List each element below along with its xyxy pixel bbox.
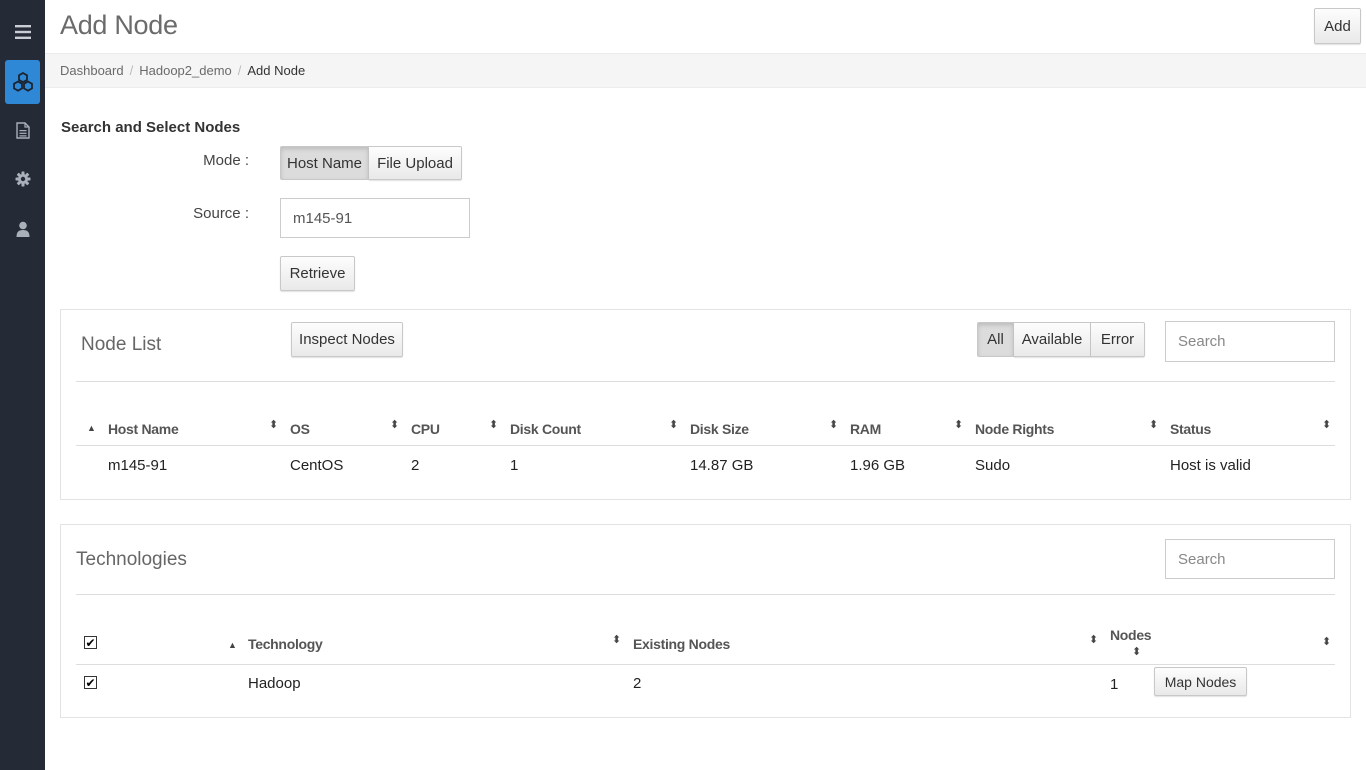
breadcrumb-current: Add Node [247,63,306,78]
sort-icon[interactable]: ⬍ [612,635,621,646]
sort-icon[interactable]: ⬍ [1132,647,1141,658]
breadcrumb-dashboard-link[interactable]: Dashboard [60,63,124,78]
header-divider [76,664,1335,665]
technologies-title: Technologies [76,549,187,570]
sort-icon[interactable]: ⬍ [1322,637,1331,648]
page-title: Add Node [60,10,178,40]
column-node-rights[interactable]: Node Rights [975,421,1054,437]
cell-status: Host is valid [1170,457,1251,474]
mode-toggle-group: Host Name File Upload [280,146,462,180]
column-host-name[interactable]: Host Name [108,421,179,437]
cell-os: CentOS [290,457,344,474]
breadcrumb-separator: / [237,63,242,78]
sort-icon[interactable]: ⬍ [1089,635,1098,646]
mode-host-name-button[interactable]: Host Name [280,146,369,180]
column-ram[interactable]: RAM [850,421,881,437]
row-checkbox[interactable]: ✔ [84,676,97,689]
mode-file-upload-button[interactable]: File Upload [369,146,462,180]
column-status[interactable]: Status [1170,421,1211,437]
select-all-checkbox[interactable]: ✔ [84,636,97,649]
node-list-title: Node List [81,334,162,355]
column-cpu[interactable]: CPU [411,421,440,437]
cell-host-name: m145-91 [108,457,168,474]
sort-icon[interactable]: ⬍ [954,420,963,431]
sidebar-item-clusters[interactable] [5,60,40,104]
column-existing-nodes[interactable]: Existing Nodes [633,636,730,652]
technology-search-input[interactable] [1165,539,1335,579]
gear-icon [15,171,30,187]
sort-icon[interactable]: ⬍ [829,420,838,431]
sidebar-item-settings[interactable] [0,157,45,201]
cluster-icon [12,72,33,92]
cell-node-rights: Sudo [975,457,1011,474]
sort-asc-icon[interactable]: ▲ [228,641,237,650]
sidebar-item-documents[interactable] [0,108,45,152]
page-header: Add Node Add [45,0,1366,53]
document-icon [15,121,30,139]
node-search-input[interactable] [1165,321,1335,362]
search-section-title: Search and Select Nodes [61,119,241,136]
map-nodes-button[interactable]: Map Nodes [1154,667,1247,696]
column-disk-count[interactable]: Disk Count [510,421,581,437]
breadcrumb: Dashboard / Hadoop2_demo / Add Node [45,53,1366,88]
technologies-panel: Technologies ✔ ▲ Technology ⬍ Existing N… [60,524,1351,718]
sort-icon[interactable]: ⬍ [269,420,278,431]
sort-icon[interactable]: ⬍ [390,420,399,431]
retrieve-button[interactable]: Retrieve [280,256,355,291]
column-technology[interactable]: Technology [248,636,323,652]
sort-icon[interactable]: ⬍ [1322,420,1331,431]
filter-error-button[interactable]: Error [1091,322,1145,357]
column-disk-size[interactable]: Disk Size [690,421,749,437]
node-filter-group: All Available Error [977,322,1145,357]
cell-existing-nodes: 2 [633,675,642,692]
sort-icon[interactable]: ⬍ [669,420,678,431]
sort-asc-icon[interactable]: ▲ [87,424,96,433]
sidebar [0,0,45,770]
filter-available-button[interactable]: Available [1014,322,1091,357]
cell-nodes: 1 [1110,676,1119,693]
inspect-nodes-button[interactable]: Inspect Nodes [291,322,403,357]
user-icon [16,221,29,237]
cell-cpu: 2 [411,457,420,474]
header-divider [76,445,1335,446]
menu-toggle-button[interactable] [0,10,45,54]
breadcrumb-cluster-link[interactable]: Hadoop2_demo [139,63,232,78]
cell-disk-size: 14.87 GB [690,457,754,474]
menu-icon [14,25,31,39]
filter-all-button[interactable]: All [977,322,1014,357]
mode-label: Mode : [203,152,249,169]
source-label: Source : [193,205,249,222]
column-nodes[interactable]: Nodes [1110,627,1152,643]
source-input[interactable] [280,198,470,238]
cell-ram: 1.96 GB [850,457,906,474]
panel-divider [76,594,1335,595]
panel-divider [76,381,1335,382]
sort-icon[interactable]: ⬍ [1149,420,1158,431]
sidebar-item-user[interactable] [0,207,45,251]
add-button[interactable]: Add [1314,8,1361,44]
breadcrumb-separator: / [129,63,134,78]
cell-technology: Hadoop [248,675,301,692]
column-os[interactable]: OS [290,421,310,437]
node-list-panel: Node List Inspect Nodes All Available Er… [60,309,1351,500]
cell-disk-count: 1 [510,457,519,474]
sort-icon[interactable]: ⬍ [489,420,498,431]
